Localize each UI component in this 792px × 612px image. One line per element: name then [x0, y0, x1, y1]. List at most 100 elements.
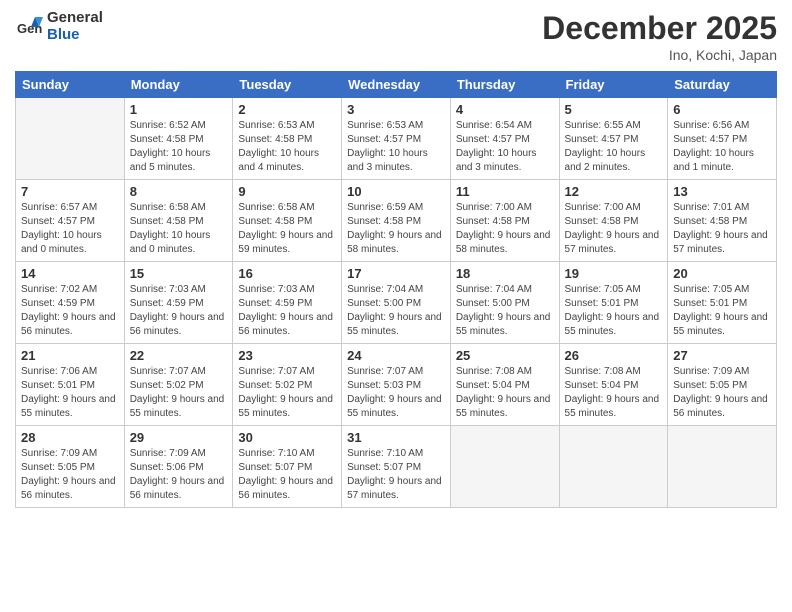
day-info: Sunrise: 7:10 AM Sunset: 5:07 PM Dayligh…: [347, 447, 445, 503]
day-info: Sunrise: 7:09 AM Sunset: 5:05 PM Dayligh…: [673, 365, 771, 421]
page: Gen General Blue December 2025 Ino, Koch…: [0, 0, 792, 612]
day-number: 19: [565, 266, 663, 281]
day-number: 4: [456, 102, 554, 117]
day-number: 10: [347, 184, 445, 199]
day-info: Sunrise: 7:01 AM Sunset: 4:58 PM Dayligh…: [673, 201, 771, 257]
table-row: 11 Sunrise: 7:00 AM Sunset: 4:58 PM Dayli…: [450, 180, 559, 262]
day-info: Sunrise: 7:07 AM Sunset: 5:03 PM Dayligh…: [347, 365, 445, 421]
day-number: 14: [21, 266, 119, 281]
calendar-week-row: 14Sunrise: 7:02 AM Sunset: 4:59 PM Dayli…: [16, 262, 777, 344]
day-number: 11: [456, 184, 554, 199]
day-info: Sunrise: 6:57 AM Sunset: 4:57 PM Dayligh…: [21, 201, 119, 257]
header-wednesday: Wednesday: [342, 72, 451, 98]
day-info: Sunrise: 7:04 AM Sunset: 5:00 PM Dayligh…: [456, 283, 554, 339]
table-row: 9Sunrise: 6:58 AM Sunset: 4:58 PM Daylig…: [233, 180, 342, 262]
calendar-week-row: 1Sunrise: 6:52 AM Sunset: 4:58 PM Daylig…: [16, 98, 777, 180]
day-number: 26: [565, 348, 663, 363]
day-number: 22: [130, 348, 228, 363]
table-row: 12Sunrise: 7:00 AM Sunset: 4:58 PM Dayli…: [559, 180, 668, 262]
day-number: 30: [238, 430, 336, 445]
table-row: 19 Sunrise: 7:05 AM Sunset: 5:01 PM Dayli…: [559, 262, 668, 344]
table-row: 1Sunrise: 6:52 AM Sunset: 4:58 PM Daylig…: [124, 98, 233, 180]
day-number: 31: [347, 430, 445, 445]
day-number: 25: [456, 348, 554, 363]
day-number: 7: [21, 184, 119, 199]
day-number: 8: [130, 184, 228, 199]
day-info: Sunrise: 7:06 AM Sunset: 5:01 PM Dayligh…: [21, 365, 119, 421]
table-row: 7 Sunrise: 6:57 AM Sunset: 4:57 PM Daylig…: [16, 180, 125, 262]
day-number: 2: [238, 102, 336, 117]
table-row: 25 Sunrise: 7:08 AM Sunset: 5:04 PM Dayli…: [450, 344, 559, 426]
table-row: 26 Sunrise: 7:08 AM Sunset: 5:04 PM Dayli…: [559, 344, 668, 426]
day-number: 21: [21, 348, 119, 363]
day-info: Sunrise: 7:10 AM Sunset: 5:07 PM Dayligh…: [238, 447, 336, 503]
header-tuesday: Tuesday: [233, 72, 342, 98]
day-info: Sunrise: 7:08 AM Sunset: 5:04 PM Dayligh…: [565, 365, 663, 421]
day-info: Sunrise: 7:08 AM Sunset: 5:04 PM Dayligh…: [456, 365, 554, 421]
main-title: December 2025: [542, 10, 777, 47]
table-row: 21 Sunrise: 7:06 AM Sunset: 5:01 PM Dayli…: [16, 344, 125, 426]
table-row: 28 Sunrise: 7:09 AM Sunset: 5:05 PM Dayli…: [16, 426, 125, 508]
table-row: 4Sunrise: 6:54 AM Sunset: 4:57 PM Daylig…: [450, 98, 559, 180]
table-row: 29 Sunrise: 7:09 AM Sunset: 5:06 PM Dayli…: [124, 426, 233, 508]
day-info: Sunrise: 6:55 AM Sunset: 4:57 PM Dayligh…: [565, 119, 663, 175]
day-info: Sunrise: 6:58 AM Sunset: 4:58 PM Dayligh…: [130, 201, 228, 257]
header-thursday: Thursday: [450, 72, 559, 98]
table-row: 3Sunrise: 6:53 AM Sunset: 4:57 PM Daylig…: [342, 98, 451, 180]
table-row: 24 Sunrise: 7:07 AM Sunset: 5:03 PM Dayli…: [342, 344, 451, 426]
table-row: 22 Sunrise: 7:07 AM Sunset: 5:02 PM Dayli…: [124, 344, 233, 426]
table-row: 10 Sunrise: 6:59 AM Sunset: 4:58 PM Dayli…: [342, 180, 451, 262]
day-number: 6: [673, 102, 771, 117]
day-info: Sunrise: 7:04 AM Sunset: 5:00 PM Dayligh…: [347, 283, 445, 339]
day-number: 29: [130, 430, 228, 445]
calendar-week-row: 7 Sunrise: 6:57 AM Sunset: 4:57 PM Daylig…: [16, 180, 777, 262]
calendar-header-row: Sunday Monday Tuesday Wednesday Thursday…: [16, 72, 777, 98]
day-info: Sunrise: 6:56 AM Sunset: 4:57 PM Dayligh…: [673, 119, 771, 175]
day-info: Sunrise: 6:59 AM Sunset: 4:58 PM Dayligh…: [347, 201, 445, 257]
logo-text: General Blue: [47, 10, 103, 43]
header-sunday: Sunday: [16, 72, 125, 98]
table-row: 6 Sunrise: 6:56 AM Sunset: 4:57 PM Daylig…: [668, 98, 777, 180]
table-row: 16Sunrise: 7:03 AM Sunset: 4:59 PM Dayli…: [233, 262, 342, 344]
day-number: 17: [347, 266, 445, 281]
table-row: 14Sunrise: 7:02 AM Sunset: 4:59 PM Dayli…: [16, 262, 125, 344]
day-number: 16: [238, 266, 336, 281]
logo: Gen General Blue: [15, 10, 103, 43]
table-row: [559, 426, 668, 508]
day-info: Sunrise: 7:03 AM Sunset: 4:59 PM Dayligh…: [130, 283, 228, 339]
table-row: 20Sunrise: 7:05 AM Sunset: 5:01 PM Dayli…: [668, 262, 777, 344]
table-row: 5Sunrise: 6:55 AM Sunset: 4:57 PM Daylig…: [559, 98, 668, 180]
table-row: 31 Sunrise: 7:10 AM Sunset: 5:07 PM Dayli…: [342, 426, 451, 508]
table-row: 2 Sunrise: 6:53 AM Sunset: 4:58 PM Daylig…: [233, 98, 342, 180]
day-info: Sunrise: 7:09 AM Sunset: 5:06 PM Dayligh…: [130, 447, 228, 503]
table-row: [668, 426, 777, 508]
day-info: Sunrise: 6:53 AM Sunset: 4:58 PM Dayligh…: [238, 119, 336, 175]
table-row: 18Sunrise: 7:04 AM Sunset: 5:00 PM Dayli…: [450, 262, 559, 344]
day-info: Sunrise: 7:07 AM Sunset: 5:02 PM Dayligh…: [130, 365, 228, 421]
day-info: Sunrise: 7:00 AM Sunset: 4:58 PM Dayligh…: [456, 201, 554, 257]
day-info: Sunrise: 7:09 AM Sunset: 5:05 PM Dayligh…: [21, 447, 119, 503]
header-friday: Friday: [559, 72, 668, 98]
day-number: 9: [238, 184, 336, 199]
table-row: [16, 98, 125, 180]
table-row: 17 Sunrise: 7:04 AM Sunset: 5:00 PM Dayli…: [342, 262, 451, 344]
title-block: December 2025 Ino, Kochi, Japan: [542, 10, 777, 63]
table-row: 13 Sunrise: 7:01 AM Sunset: 4:58 PM Dayli…: [668, 180, 777, 262]
day-info: Sunrise: 7:07 AM Sunset: 5:02 PM Dayligh…: [238, 365, 336, 421]
day-info: Sunrise: 7:05 AM Sunset: 5:01 PM Dayligh…: [565, 283, 663, 339]
table-row: 8 Sunrise: 6:58 AM Sunset: 4:58 PM Daylig…: [124, 180, 233, 262]
day-number: 13: [673, 184, 771, 199]
table-row: 23Sunrise: 7:07 AM Sunset: 5:02 PM Dayli…: [233, 344, 342, 426]
table-row: 15Sunrise: 7:03 AM Sunset: 4:59 PM Dayli…: [124, 262, 233, 344]
table-row: 27 Sunrise: 7:09 AM Sunset: 5:05 PM Dayli…: [668, 344, 777, 426]
day-number: 27: [673, 348, 771, 363]
day-number: 28: [21, 430, 119, 445]
calendar-week-row: 28 Sunrise: 7:09 AM Sunset: 5:05 PM Dayli…: [16, 426, 777, 508]
day-number: 3: [347, 102, 445, 117]
table-row: [450, 426, 559, 508]
day-number: 24: [347, 348, 445, 363]
logo-icon: Gen: [15, 13, 43, 41]
header-saturday: Saturday: [668, 72, 777, 98]
table-row: 30 Sunrise: 7:10 AM Sunset: 5:07 PM Dayli…: [233, 426, 342, 508]
subtitle: Ino, Kochi, Japan: [542, 47, 777, 63]
